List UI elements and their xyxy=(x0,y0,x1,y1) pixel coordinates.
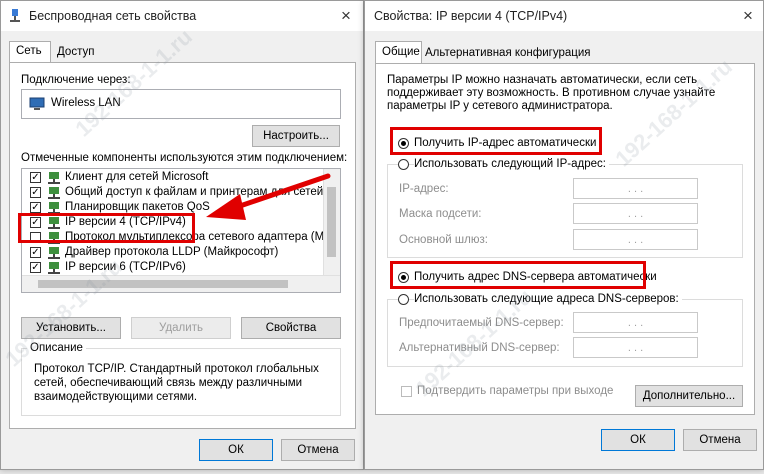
red-arrow-annotation xyxy=(206,173,331,220)
subnet-mask-input[interactable]: . . . xyxy=(573,203,698,224)
right-ok-button[interactable]: ОК xyxy=(601,429,675,451)
auto-dns-highlight-box xyxy=(390,261,646,289)
alternate-dns-label: Альтернативный DNS-сервер: xyxy=(399,342,560,354)
preferred-dns-label: Предпочитаемый DNS-сервер: xyxy=(399,317,564,329)
right-window-title: Свойства: IP версии 4 (TCP/IPv4) xyxy=(374,9,568,23)
intro-line-2: поддерживает эту возможность. В противно… xyxy=(387,87,716,99)
subnet-mask-label: Маска подсети: xyxy=(399,208,482,220)
preferred-dns-input[interactable]: . . . xyxy=(573,312,698,333)
tab-alternate-config-label: Альтернативная конфигурация xyxy=(425,47,591,59)
tab-general[interactable]: Общие xyxy=(375,41,422,64)
intro-line-1: Параметры IP можно назначать автоматичес… xyxy=(387,74,698,86)
ip-address-input[interactable]: . . . xyxy=(573,178,698,199)
ip-dots: . . . xyxy=(627,233,644,246)
close-icon[interactable]: × xyxy=(731,1,764,31)
ip-dots: . . . xyxy=(627,316,644,329)
ip-dots: . . . xyxy=(627,207,644,220)
tab-general-label: Общие xyxy=(382,46,420,58)
manual-ip-radio[interactable] xyxy=(398,159,409,170)
alternate-dns-input[interactable]: . . . xyxy=(573,337,698,358)
right-title-bar[interactable]: Свойства: IP версии 4 (TCP/IPv4) × xyxy=(365,1,763,31)
gateway-input[interactable]: . . . xyxy=(573,229,698,250)
intro-line-3: параметры IP у сетевого администратора. xyxy=(387,100,613,112)
manual-dns-radio[interactable] xyxy=(398,294,409,305)
validate-checkbox-label: Подтвердить параметры при выходе xyxy=(417,385,614,397)
manual-ip-label: Использовать следующий IP-адрес: xyxy=(414,158,609,170)
validate-checkbox[interactable] xyxy=(401,386,412,397)
auto-ip-highlight-box xyxy=(390,127,602,155)
ip-address-label: IP-адрес: xyxy=(399,183,449,195)
ipv4-properties-window: Свойства: IP версии 4 (TCP/IPv4) × Общие… xyxy=(364,0,764,470)
tab-alternate-config[interactable]: Альтернативная конфигурация xyxy=(423,43,595,64)
ip-dots: . . . xyxy=(627,341,644,354)
gateway-label: Основной шлюз: xyxy=(399,234,488,246)
manual-dns-label: Использовать следующие адреса DNS-сервер… xyxy=(414,293,682,305)
ip-dots: . . . xyxy=(627,182,644,195)
advanced-button[interactable]: Дополнительно... xyxy=(635,385,743,407)
right-cancel-button[interactable]: Отмена xyxy=(683,429,757,451)
